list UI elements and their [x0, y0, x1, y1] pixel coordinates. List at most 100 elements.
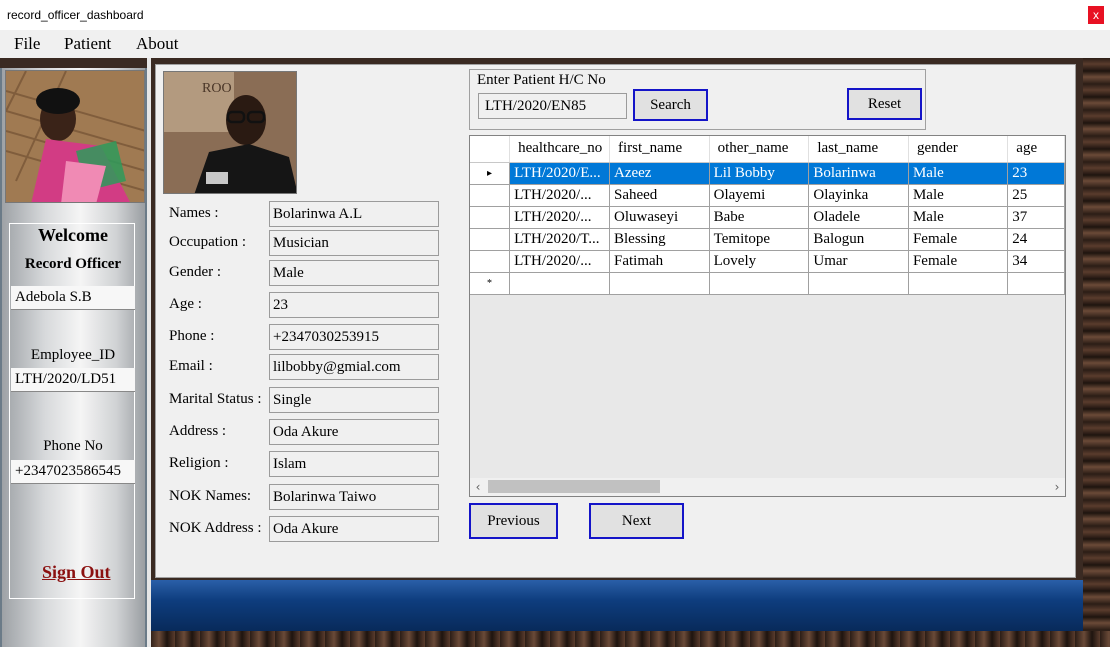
table-cell[interactable]: LTH/2020/... [509, 184, 610, 207]
column-header[interactable]: healthcare_no [509, 136, 610, 163]
new-row-indicator: * [470, 272, 511, 295]
reset-button[interactable]: Reset [847, 88, 922, 120]
names-field[interactable]: Bolarinwa A.L [269, 201, 439, 227]
table-cell[interactable] [709, 272, 810, 295]
column-header[interactable]: age [1007, 136, 1065, 163]
patient-table: healthcare_no first_name other_name last… [470, 136, 1065, 295]
svg-text:ROO: ROO [202, 81, 232, 96]
religion-label: Religion : [169, 455, 229, 471]
row-header[interactable] [470, 206, 511, 229]
table-cell[interactable] [808, 272, 909, 295]
table-row[interactable]: LTH/2020/T... Blessing Temitope Balogun … [470, 228, 1065, 251]
grid-header-row: healthcare_no first_name other_name last… [470, 136, 1065, 163]
nok-address-field[interactable]: Oda Akure [269, 516, 439, 542]
table-row[interactable]: ▸ LTH/2020/E... Azeez Lil Bobby Bolarinw… [470, 162, 1065, 185]
table-cell[interactable]: LTH/2020/E... [509, 162, 610, 185]
row-header[interactable] [470, 184, 511, 207]
row-header[interactable] [470, 228, 511, 251]
officer-name: Adebola S.B [11, 286, 135, 310]
column-header[interactable]: first_name [609, 136, 710, 163]
employee-id-value: LTH/2020/LD51 [11, 368, 135, 392]
gender-field[interactable]: Male [269, 260, 439, 286]
search-label: Enter Patient H/C No [477, 72, 606, 88]
table-cell[interactable]: Temitope [709, 228, 810, 251]
table-cell[interactable]: 24 [1007, 228, 1065, 251]
horizontal-scrollbar[interactable]: ‹ › [470, 478, 1065, 496]
scrollbar-thumb[interactable] [488, 480, 660, 493]
current-row-indicator: ▸ [470, 162, 511, 185]
nok-names-label: NOK Names: [169, 488, 252, 504]
table-cell[interactable]: Female [908, 228, 1009, 251]
sign-out-link[interactable]: Sign Out [42, 562, 111, 583]
table-row[interactable]: LTH/2020/... Fatimah Lovely Umar Female … [470, 250, 1065, 273]
table-cell[interactable] [609, 272, 710, 295]
phone-field[interactable]: +2347030253915 [269, 324, 439, 350]
menu-patient[interactable]: Patient [64, 34, 111, 54]
reset-button-label: Reset [867, 96, 902, 112]
phone-value: +2347023586545 [11, 460, 135, 484]
table-cell[interactable]: Fatimah [609, 250, 710, 273]
occupation-label: Occupation : [169, 234, 247, 250]
table-cell[interactable]: LTH/2020/... [509, 206, 610, 229]
main-panel: ROO Names : Bolarinwa A.L Occupation : M… [155, 64, 1076, 578]
nok-names-field[interactable]: Bolarinwa Taiwo [269, 484, 439, 510]
column-header[interactable]: gender [908, 136, 1009, 163]
search-button[interactable]: Search [633, 89, 708, 121]
table-cell[interactable]: Bolarinwa [808, 162, 909, 185]
table-cell[interactable] [509, 272, 610, 295]
table-cell[interactable]: LTH/2020/T... [509, 228, 610, 251]
occupation-field[interactable]: Musician [269, 230, 439, 256]
table-cell[interactable]: Balogun [808, 228, 909, 251]
table-cell[interactable]: Lil Bobby [709, 162, 810, 185]
table-cell[interactable]: Olayemi [709, 184, 810, 207]
table-cell[interactable]: Umar [808, 250, 909, 273]
table-cell[interactable]: Olayinka [808, 184, 909, 207]
table-cell[interactable]: Male [908, 184, 1009, 207]
previous-button[interactable]: Previous [469, 503, 558, 539]
scroll-right-icon[interactable]: › [1049, 478, 1065, 496]
table-cell[interactable]: Azeez [609, 162, 710, 185]
column-header[interactable]: other_name [709, 136, 810, 163]
next-button-label: Next [621, 513, 652, 529]
title-bar: record_officer_dashboard x [0, 0, 1110, 30]
column-header[interactable]: last_name [808, 136, 909, 163]
table-row[interactable]: LTH/2020/... Saheed Olayemi Olayinka Mal… [470, 184, 1065, 207]
search-input[interactable]: LTH/2020/EN85 [478, 93, 627, 119]
table-cell[interactable] [1007, 272, 1065, 295]
email-field[interactable]: lilbobby@gmial.com [269, 354, 439, 380]
age-field[interactable]: 23 [269, 292, 439, 318]
table-cell[interactable]: Saheed [609, 184, 710, 207]
table-cell[interactable]: Oluwaseyi [609, 206, 710, 229]
religion-field[interactable]: Islam [269, 451, 439, 477]
table-cell[interactable]: 23 [1007, 162, 1065, 185]
table-cell[interactable]: Blessing [609, 228, 710, 251]
row-header[interactable] [470, 250, 511, 273]
next-button[interactable]: Next [589, 503, 684, 539]
table-cell[interactable]: 37 [1007, 206, 1065, 229]
table-cell[interactable]: Oladele [808, 206, 909, 229]
table-cell[interactable]: Female [908, 250, 1009, 273]
divider [147, 58, 151, 647]
table-cell[interactable]: Male [908, 206, 1009, 229]
patient-grid[interactable]: healthcare_no first_name other_name last… [469, 135, 1066, 497]
menu-file[interactable]: File [14, 34, 40, 54]
table-cell[interactable]: LTH/2020/... [509, 250, 610, 273]
window-title: record_officer_dashboard [7, 8, 144, 22]
table-cell[interactable]: Babe [709, 206, 810, 229]
address-field[interactable]: Oda Akure [269, 419, 439, 445]
new-row[interactable]: * [470, 272, 1065, 295]
menu-about[interactable]: About [136, 34, 179, 54]
table-cell[interactable]: 25 [1007, 184, 1065, 207]
table-cell[interactable] [908, 272, 1009, 295]
table-cell[interactable]: Male [908, 162, 1009, 185]
marital-status-field[interactable]: Single [269, 387, 439, 413]
table-cell[interactable]: Lovely [709, 250, 810, 273]
close-icon[interactable]: x [1088, 6, 1104, 24]
gender-label: Gender : [169, 264, 222, 280]
row-header-corner [470, 136, 511, 163]
table-row[interactable]: LTH/2020/... Oluwaseyi Babe Oladele Male… [470, 206, 1065, 229]
welcome-heading: Welcome [38, 225, 108, 245]
table-cell[interactable]: 34 [1007, 250, 1065, 273]
nok-address-label: NOK Address : [169, 520, 262, 536]
scroll-left-icon[interactable]: ‹ [470, 478, 486, 496]
